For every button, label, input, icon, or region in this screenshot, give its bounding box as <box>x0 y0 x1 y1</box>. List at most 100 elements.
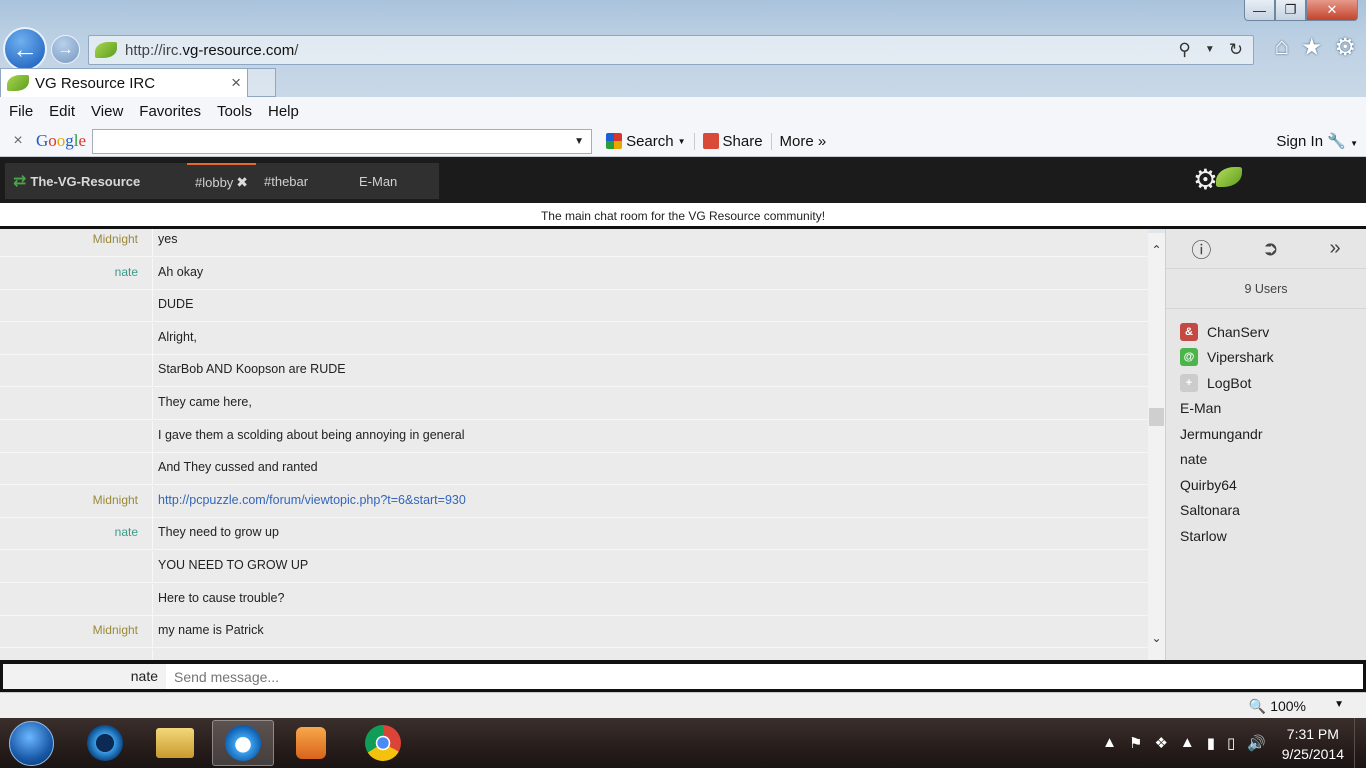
address-bar[interactable]: http://irc.vg-resource.com/ ⚲ ▼ ↻ <box>88 35 1254 65</box>
google-search-icon <box>606 133 623 149</box>
menu-help[interactable]: Help <box>268 103 307 120</box>
message-nick[interactable]: Midnight <box>0 232 138 246</box>
menu-view[interactable]: View <box>91 103 131 120</box>
chevron-up-icon[interactable]: ⌃ <box>1148 243 1165 257</box>
taskbar-app-refresh[interactable] <box>74 720 136 766</box>
taskbar-app-explorer[interactable] <box>144 720 206 766</box>
tab-label: E-Man <box>359 173 398 189</box>
message-divider <box>152 616 153 649</box>
gear-icon[interactable]: ⚙ <box>1334 33 1356 62</box>
user-list-item[interactable]: Saltonara <box>1180 498 1366 524</box>
user-list-item[interactable]: + LogBot <box>1180 370 1366 396</box>
menu-edit[interactable]: Edit <box>49 103 83 120</box>
menu-file[interactable]: File <box>9 103 41 120</box>
share-label: Share <box>722 132 763 150</box>
user-name: Quirby64 <box>1180 476 1237 493</box>
menu-favorites[interactable]: Favorites <box>139 103 209 120</box>
google-drive-icon[interactable]: ▲ <box>1180 734 1195 752</box>
user-list-item[interactable]: Jermungandr <box>1180 421 1366 447</box>
message-text: yes <box>158 232 178 246</box>
show-hidden-icons-icon[interactable]: ▲ <box>1102 734 1117 752</box>
chevron-down-icon[interactable]: ▼ <box>1334 699 1344 710</box>
site-favicon-icon <box>95 42 117 58</box>
user-list-item[interactable]: E-Man <box>1180 396 1366 422</box>
browser-tab-active[interactable]: VG Resource IRC × <box>0 68 248 97</box>
message-nick[interactable]: nate <box>0 265 138 279</box>
forward-arrow-icon: → <box>57 40 74 58</box>
star-icon[interactable]: ★ <box>1301 33 1323 62</box>
settings-gear-icon[interactable]: ⚙ <box>1193 163 1218 196</box>
message-divider <box>152 388 153 420</box>
message-list[interactable]: Midnight yes nate Ah okay DUDE Alright, StarBo… <box>0 229 1148 660</box>
message-link[interactable]: http://pcpuzzle.com/forum/viewtopic.php?… <box>158 493 466 507</box>
tab-lobby[interactable]: #lobby ✖ <box>187 163 256 199</box>
user-list-item[interactable]: & ChanServ <box>1180 319 1366 345</box>
sign-in-button[interactable]: Sign In 🔧 ▼ <box>1276 132 1358 150</box>
home-icon[interactable]: ⌂ <box>1274 33 1289 62</box>
search-icon[interactable]: ⚲ <box>1178 40 1190 60</box>
refresh-icon[interactable]: ↻ <box>1229 40 1243 60</box>
close-icon[interactable]: ✖ <box>236 174 248 191</box>
volume-icon[interactable]: 🔊 <box>1247 734 1266 752</box>
close-window-button[interactable]: ✕ <box>1306 0 1358 21</box>
new-tab-button[interactable] <box>248 68 276 97</box>
share-button[interactable]: Share <box>695 132 772 150</box>
toolbar-close-icon[interactable]: × <box>0 132 36 150</box>
dropdown-icon[interactable]: ▼ <box>1205 44 1215 60</box>
google-search-button[interactable]: Search ▼ <box>598 132 695 150</box>
restore-button[interactable]: ❐ <box>1275 0 1306 21</box>
wrench-icon[interactable]: 🔧 <box>1327 133 1346 150</box>
message-nick[interactable]: Midnight <box>0 623 138 637</box>
user-name: E-Man <box>1180 400 1222 417</box>
message-nick[interactable]: Midnight <box>0 493 138 507</box>
internet-explorer-icon <box>225 725 261 761</box>
collapse-icon[interactable]: » <box>1330 237 1341 260</box>
signal-icon[interactable]: ▯ <box>1227 734 1235 752</box>
tab-e-man[interactable]: E-Man <box>351 163 405 199</box>
user-list-item[interactable]: @ Vipershark <box>1180 345 1366 371</box>
google-toolbar: × Google ▼ Search ▼ Share More » Sign In… <box>0 126 1366 157</box>
taskbar-app-media[interactable] <box>280 720 342 766</box>
google-search-input[interactable] <box>92 128 593 154</box>
user-list-item[interactable]: nate <box>1180 447 1366 473</box>
back-button[interactable]: ← <box>3 27 47 71</box>
swap-arrows-icon: ⇄ <box>13 173 27 190</box>
chevron-down-icon[interactable]: ⌄ <box>1148 631 1165 645</box>
current-nick[interactable]: nate <box>3 664 166 689</box>
logo-letter: g <box>65 131 74 150</box>
dropbox-icon[interactable]: ❖ <box>1154 734 1167 752</box>
info-icon[interactable]: ⓘ <box>1191 234 1211 263</box>
taskbar-app-ie[interactable] <box>212 720 274 766</box>
forward-button[interactable]: → <box>51 35 80 64</box>
chevron-down-icon[interactable]: ▼ <box>574 136 588 147</box>
taskbar-app-chrome[interactable] <box>352 720 414 766</box>
message-row: Midnight http://pcpuzzle.com/forum/viewto… <box>0 485 1148 518</box>
irc-header: ⇄ The-VG-Resource #lobby ✖ #thebar E-Man… <box>0 157 1366 203</box>
server-tab[interactable]: ⇄ The-VG-Resource <box>5 171 187 191</box>
chevron-down-icon[interactable]: ▼ <box>1350 139 1358 148</box>
tab-thebar[interactable]: #thebar <box>256 163 351 199</box>
message-divider <box>152 229 153 257</box>
menu-tools[interactable]: Tools <box>217 103 260 120</box>
message-input[interactable] <box>166 664 1363 689</box>
user-list-item[interactable]: Starlow <box>1180 523 1366 549</box>
windows-start-icon[interactable] <box>9 721 54 766</box>
system-clock[interactable]: 7:31 PM 9/25/2014 <box>1282 724 1344 764</box>
message-scrollbar[interactable]: ⌃ ⌄ <box>1148 233 1165 660</box>
scroll-thumb[interactable] <box>1149 408 1164 426</box>
user-mode-badge: + <box>1180 373 1198 392</box>
message-nick[interactable]: nate <box>0 525 138 539</box>
message-text: I gave them a scolding about being annoy… <box>158 427 465 442</box>
leave-channel-icon[interactable]: ➲ <box>1262 236 1279 261</box>
minimize-button[interactable]: — <box>1244 0 1275 21</box>
zoom-control[interactable]: 🔍 100% <box>1249 698 1306 715</box>
url-text[interactable]: http://irc.vg-resource.com/ <box>125 42 298 59</box>
more-button[interactable]: More » <box>772 133 835 150</box>
logo-letter: o <box>56 131 66 150</box>
tab-close-icon[interactable]: × <box>231 73 241 93</box>
taskbar: ▲ ⚑ ❖ ▲ ▮ ▯ 🔊 7:31 PM 9/25/2014 <box>0 718 1366 768</box>
battery-icon[interactable]: ▮ <box>1207 734 1215 752</box>
show-desktop-button[interactable] <box>1354 718 1366 768</box>
user-list-item[interactable]: Quirby64 <box>1180 472 1366 498</box>
action-center-flag-icon[interactable]: ⚑ <box>1129 734 1142 752</box>
